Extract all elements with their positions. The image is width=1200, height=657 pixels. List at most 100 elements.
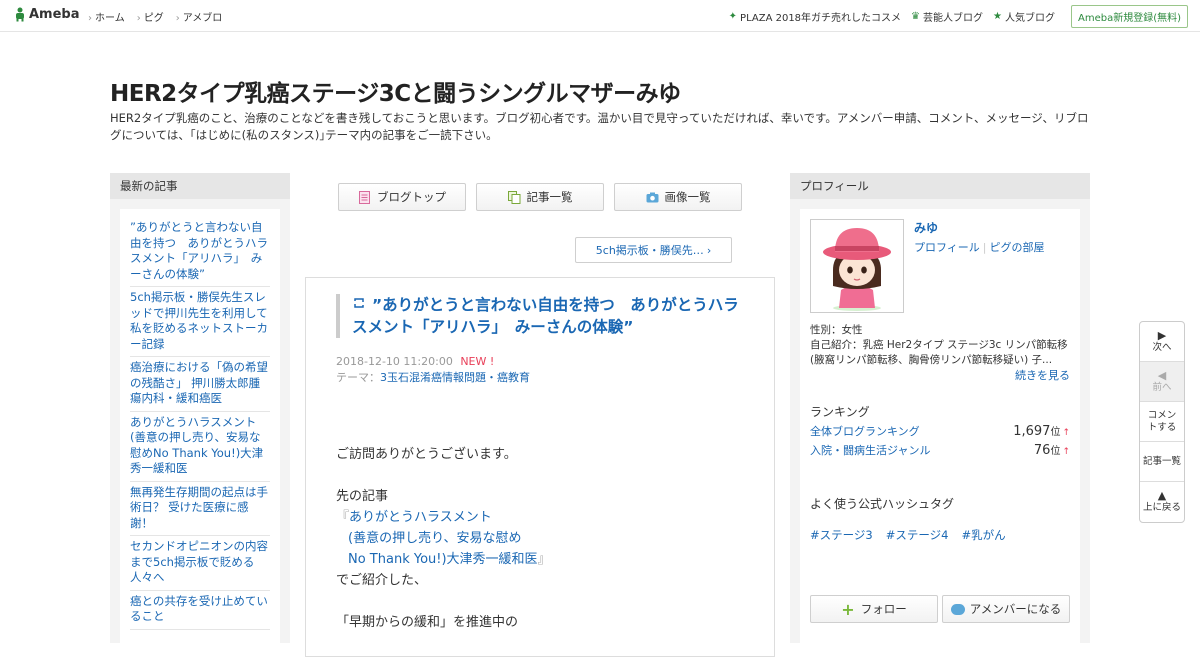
article-body: ご訪問ありがとうございます。 先の記事 『ありがとうハラスメント (善意の押し売… — [336, 444, 551, 633]
article-list-float-label: 記事一覧 — [1142, 455, 1181, 467]
see-more-link[interactable]: 続きを見る — [1015, 367, 1070, 383]
play-left-icon: ◀ — [1157, 368, 1167, 382]
blog-description: HER2タイプ乳癌のこと、治療のことなどを書き残しておこうと思います。ブログ初心… — [110, 111, 1089, 142]
recent-article-link[interactable]: 癌治療における「偽の希望の残酷さ」 押川勝太郎腫瘍内科・緩和癌医 — [130, 360, 268, 405]
profile-box: みゆ プロフィール | ピグの部屋 性別：女性 自己紹介：乳癌 Her2タイプ ステ… — [800, 209, 1080, 649]
arrow-up-icon: ↑ — [1062, 447, 1070, 457]
recent-article-link[interactable]: ”ありがとうと言わない自由を持つ ありがとうハラスメント「アリハラ」 みーさんの… — [130, 220, 268, 281]
popular-blog-label: 人気ブログ — [1004, 13, 1055, 24]
intro-end-text: でご紹介した、 — [336, 573, 428, 588]
floating-nav: ▶ 次へ ◀ 前へ コメントする 記事一覧 ▲ 上に戻る — [1139, 321, 1185, 523]
nav-home-link[interactable]: ホーム — [88, 9, 125, 24]
article-title-text: ”ありがとうと言わない自由を持つ ありがとうハラスメント「アリハラ」 みーさんの… — [352, 296, 739, 336]
profile-name[interactable]: みゆ — [914, 219, 938, 236]
arrow-up-icon: ↑ — [1062, 428, 1070, 438]
ranking-unit: 位 — [1050, 446, 1061, 457]
recent-article-link[interactable]: ありがとうハラスメント(善意の押し売り、安易な慰めNo Thank You!)大… — [130, 415, 263, 476]
amember-button[interactable]: アメンバーになる — [942, 595, 1070, 623]
comment-button[interactable]: コメントする — [1140, 402, 1184, 442]
list-item: 5ch掲示板・勝俣先生スレッドで押川先生を利用して私を貶めるネットストーカー記録 — [130, 287, 270, 357]
ameba-logo[interactable]: Ameba — [14, 7, 80, 22]
ranking-value: 1,697 — [1013, 424, 1051, 439]
ranking-value: 76 — [1033, 443, 1051, 458]
prev-label: 前へ — [1152, 381, 1172, 393]
blog-top-button[interactable]: ブログトップ — [338, 183, 466, 211]
hashtag-list: #ステージ3 #ステージ4 #乳がん — [810, 527, 1019, 543]
next-button[interactable]: ▶ 次へ — [1140, 322, 1184, 362]
genre-ranking-link[interactable]: 入院・闘病生活ジャンル — [810, 442, 930, 458]
chat-bubble-icon — [950, 603, 965, 615]
recent-articles-panel: 最新の記事 ”ありがとうと言わない自由を持つ ありがとうハラスメント「アリハラ」… — [110, 173, 290, 649]
recent-article-link[interactable]: セカンドオピニオンの内容まで5ch掲示板で貶める人々へ — [130, 539, 268, 584]
plaza-link[interactable]: ✦ PLAZA 2018年ガチ売れしたコスメ — [729, 9, 901, 24]
nav-pig-link[interactable]: ピグ — [137, 9, 164, 24]
chevron-right-icon: › — [706, 243, 712, 257]
separator: | — [982, 241, 987, 254]
profile-info: 性別：女性 自己紹介：乳癌 Her2タイプ ステージ3c リンパ節転移 (腋窩リ… — [810, 323, 1070, 368]
linked-article[interactable]: 『ありがとうハラスメント — [336, 507, 551, 528]
theme-link[interactable]: 3玉石混淆癌情報問題・癌教育 — [380, 371, 530, 384]
previous-article-link[interactable]: 5ch掲示板・勝俣先… › — [575, 237, 732, 263]
recent-article-link[interactable]: 無再発生存期間の起点は手術日？ 受けた医療に感謝！ — [130, 485, 268, 530]
follow-button[interactable]: + フォロー — [810, 595, 938, 623]
recent-article-link[interactable]: 癌との共存を受け止めていること — [130, 594, 268, 624]
profile-gender: 性別：女性 — [810, 324, 863, 336]
blog-nav-buttons: ブログトップ 記事一覧 画像一覧 — [338, 183, 752, 211]
avatar[interactable] — [810, 219, 904, 313]
hashtag-link[interactable]: #ステージ4 — [886, 527, 949, 543]
profile-heading: プロフィール — [790, 173, 1090, 199]
article-meta: 2018-12-10 11:20:00 NEW ! テーマ：3玉石混淆癌情報問題… — [336, 354, 530, 386]
hashtag-link[interactable]: #ステージ3 — [810, 527, 873, 543]
crown-icon: ♛ — [911, 11, 921, 22]
blog-title[interactable]: HER2タイプ乳癌ステージ3Cと闘うシングルマザーみゆ — [110, 74, 681, 108]
prev-intro-text: 先の記事 — [336, 489, 389, 504]
recent-article-link[interactable]: 5ch掲示板・勝俣先生スレッドで押川先生を利用して私を貶めるネットストーカー記録 — [130, 290, 268, 351]
list-item: ありがとうハラスメント(善意の押し売り、安易な慰めNo Thank You!)大… — [130, 412, 270, 482]
quote-close: 』 — [537, 552, 551, 567]
hashtag-link[interactable]: #乳がん — [961, 527, 1005, 543]
copy-icon — [507, 190, 520, 204]
list-item: 癌治療における「偽の希望の残酷さ」 押川勝太郎腫瘍内科・緩和癌医 — [130, 357, 270, 412]
recent-articles-heading: 最新の記事 — [110, 173, 290, 199]
header-links: ✦ PLAZA 2018年ガチ売れしたコスメ ♛ 芸能人ブログ ★ 人気ブログ … — [719, 5, 1188, 28]
ranking-unit: 位 — [1050, 427, 1061, 438]
comment-label: コメントする — [1147, 409, 1177, 433]
plus-icon: + — [841, 599, 855, 619]
profile-link[interactable]: プロフィール — [914, 241, 980, 254]
overall-ranking-link[interactable]: 全体ブログランキング — [810, 423, 920, 439]
image-list-button[interactable]: 画像一覧 — [614, 183, 742, 211]
plaza-link-label: PLAZA 2018年ガチ売れしたコスメ — [740, 13, 902, 24]
article: ”ありがとうと言わない自由を持つ ありがとうハラスメント「アリハラ」 みーさんの… — [305, 277, 775, 657]
theme-label: テーマ： — [336, 371, 380, 384]
back-to-top-button[interactable]: ▲ 上に戻る — [1140, 482, 1184, 522]
register-button[interactable]: Ameba新規登録(無料) — [1070, 5, 1188, 28]
prev-button[interactable]: ◀ 前へ — [1140, 362, 1184, 402]
pig-room-link[interactable]: ピグの部屋 — [990, 241, 1045, 254]
greeting-text: ご訪問ありがとうございます。 — [336, 447, 517, 462]
article-list-float-button[interactable]: 記事一覧 — [1140, 442, 1184, 482]
camera-icon — [646, 192, 658, 202]
list-item: 無再発生存期間の起点は手術日？ 受けた医療に感謝！ — [130, 482, 270, 536]
document-icon — [359, 190, 370, 204]
popular-blog-link[interactable]: ★ 人気ブログ — [993, 9, 1055, 24]
hashtag-heading: よく使う公式ハッシュタグ — [810, 497, 955, 511]
article-list-label: 記事一覧 — [526, 190, 573, 204]
play-right-icon: ▶ — [1157, 328, 1167, 342]
quote-open: 『 — [336, 510, 350, 525]
amember-label: アメンバーになる — [969, 602, 1062, 616]
back-to-top-label: 上に戻る — [1142, 502, 1181, 513]
celebrity-blog-label: 芸能人ブログ — [923, 13, 984, 24]
ameba-mark-icon — [16, 7, 24, 22]
linked-article-line3[interactable]: No Thank You!)大津秀一緩和医 — [348, 552, 538, 567]
follow-label: フォロー — [860, 602, 907, 616]
nav-ameblo-link[interactable]: アメブロ — [176, 9, 223, 24]
linked-article-line1[interactable]: ありがとうハラスメント — [349, 510, 492, 525]
article-list-button[interactable]: 記事一覧 — [476, 183, 604, 211]
image-list-label: 画像一覧 — [664, 190, 711, 204]
recent-articles-box: ”ありがとうと言わない自由を持つ ありがとうハラスメント「アリハラ」 みーさんの… — [120, 209, 280, 649]
avatar-illustration — [811, 220, 903, 312]
recent-articles-list: ”ありがとうと言わない自由を持つ ありがとうハラスメント「アリハラ」 みーさんの… — [130, 217, 270, 630]
linked-article-line2[interactable]: (善意の押し売り、安易な慰め — [348, 531, 522, 546]
article-title[interactable]: ”ありがとうと言わない自由を持つ ありがとうハラスメント「アリハラ」 みーさんの… — [336, 294, 746, 338]
celebrity-blog-link[interactable]: ♛ 芸能人ブログ — [911, 9, 983, 24]
